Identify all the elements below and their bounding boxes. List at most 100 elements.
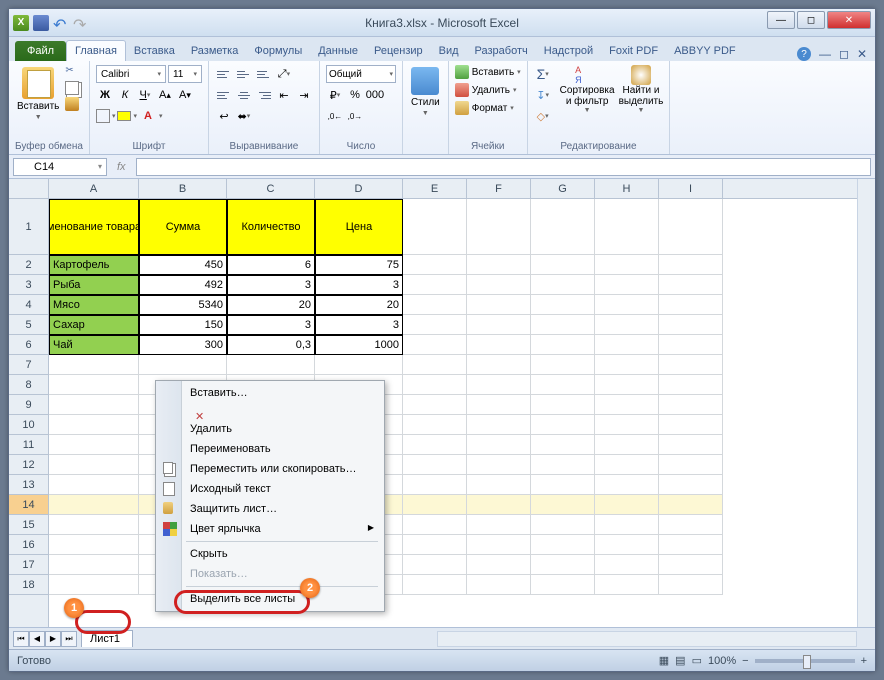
copy-icon[interactable] (65, 81, 79, 95)
delete-cells-button[interactable]: Удалить▾ (455, 83, 517, 97)
worksheet[interactable]: A B C D E F G H I 1 2 3 4 5 6 7 8 9 10 1… (9, 179, 875, 627)
clear-button[interactable]: ◇▾ (534, 107, 552, 125)
col-header[interactable]: E (403, 179, 467, 198)
insert-cells-button[interactable]: Вставить▾ (455, 65, 521, 79)
fill-color-button[interactable] (117, 111, 131, 121)
border-button[interactable] (96, 109, 110, 123)
save-icon[interactable] (33, 15, 49, 31)
underline-button[interactable]: Ч▾ (136, 86, 154, 104)
tab-nav-prev[interactable]: ◀ (29, 631, 45, 647)
row-header[interactable]: 18 (9, 575, 48, 595)
align-right-button[interactable] (255, 86, 273, 104)
col-header[interactable]: G (531, 179, 595, 198)
row-header[interactable]: 16 (9, 535, 48, 555)
cell[interactable]: менование товара (49, 199, 139, 255)
doc-restore-icon[interactable]: ◻ (839, 47, 849, 61)
ctx-move-copy[interactable]: Переместить или скопировать… (158, 459, 382, 479)
row-header[interactable]: 6 (9, 335, 48, 355)
ctx-tab-color[interactable]: Цвет ярлычка▶ (158, 519, 382, 539)
ctx-rename[interactable]: Переименовать (158, 439, 382, 459)
align-top-button[interactable] (215, 65, 233, 83)
row-header[interactable]: 2 (9, 255, 48, 275)
zoom-level[interactable]: 100% (708, 655, 736, 667)
row-header[interactable]: 5 (9, 315, 48, 335)
percent-button[interactable]: % (346, 86, 364, 104)
vertical-scrollbar[interactable] (857, 179, 875, 627)
ctx-view-code[interactable]: Исходный текст (158, 479, 382, 499)
format-painter-icon[interactable] (65, 97, 79, 111)
zoom-in-button[interactable]: + (861, 655, 867, 667)
zoom-out-button[interactable]: − (742, 655, 748, 667)
find-select-button[interactable]: Найти и выделить▼ (619, 65, 664, 114)
increase-decimal-button[interactable]: ,0← (326, 107, 344, 125)
cell[interactable]: Цена (315, 199, 403, 255)
decrease-decimal-button[interactable]: ,0→ (346, 107, 364, 125)
tab-abbyy[interactable]: ABBYY PDF (666, 41, 744, 61)
ctx-delete[interactable]: Удалить (158, 403, 382, 439)
tab-review[interactable]: Рецензир (366, 41, 431, 61)
tab-view[interactable]: Вид (431, 41, 467, 61)
format-cells-button[interactable]: Формат▾ (455, 101, 514, 115)
tab-layout[interactable]: Разметка (183, 41, 247, 61)
row-header[interactable]: 7 (9, 355, 48, 375)
maximize-button[interactable]: ◻ (797, 11, 825, 29)
row-header[interactable]: 3 (9, 275, 48, 295)
currency-button[interactable]: ₽▾ (326, 86, 344, 104)
increase-font-button[interactable]: A▴ (156, 86, 174, 104)
tab-foxit[interactable]: Foxit PDF (601, 41, 666, 61)
tab-insert[interactable]: Вставка (126, 41, 183, 61)
formula-input[interactable] (136, 158, 871, 176)
row-header[interactable]: 9 (9, 395, 48, 415)
row-header[interactable]: 11 (9, 435, 48, 455)
italic-button[interactable]: К (116, 86, 134, 104)
tab-data[interactable]: Данные (310, 41, 366, 61)
view-layout-icon[interactable]: ▤ (675, 654, 685, 667)
row-header[interactable]: 4 (9, 295, 48, 315)
font-color-button[interactable]: A (139, 107, 157, 125)
undo-icon[interactable]: ↶ (53, 15, 69, 31)
doc-minimize-icon[interactable]: — (819, 47, 831, 61)
close-button[interactable]: ✕ (827, 11, 871, 29)
cell[interactable]: Количество (227, 199, 315, 255)
tab-developer[interactable]: Разработч (467, 41, 536, 61)
ctx-insert[interactable]: Вставить… (158, 383, 382, 403)
tab-addins[interactable]: Надстрой (536, 41, 601, 61)
row-header[interactable]: 12 (9, 455, 48, 475)
decrease-indent-button[interactable]: ⇤ (275, 86, 293, 104)
merge-button[interactable]: ⬌▾ (235, 107, 253, 125)
row-header[interactable]: 1 (9, 199, 48, 255)
col-header[interactable]: H (595, 179, 659, 198)
col-header[interactable]: C (227, 179, 315, 198)
align-left-button[interactable] (215, 86, 233, 104)
cell[interactable]: Сумма (139, 199, 227, 255)
align-center-button[interactable] (235, 86, 253, 104)
col-header[interactable]: A (49, 179, 139, 198)
paste-button[interactable]: Вставить ▼ (15, 65, 61, 123)
row-header[interactable]: 10 (9, 415, 48, 435)
tab-nav-last[interactable]: ⏭ (61, 631, 77, 647)
doc-close-icon[interactable]: ✕ (857, 47, 867, 61)
autosum-button[interactable]: Σ▾ (534, 65, 552, 83)
sort-filter-button[interactable]: Сортировка и фильтр▼ (560, 65, 615, 114)
align-middle-button[interactable] (235, 65, 253, 83)
row-headers[interactable]: 1 2 3 4 5 6 7 8 9 10 11 12 13 14 15 16 1… (9, 199, 49, 627)
row-header[interactable]: 15 (9, 515, 48, 535)
decrease-font-button[interactable]: A▾ (176, 86, 194, 104)
font-name-combo[interactable]: Calibri▾ (96, 65, 166, 83)
row-header[interactable]: 17 (9, 555, 48, 575)
view-normal-icon[interactable]: ▦ (659, 654, 669, 667)
tab-nav-first[interactable]: ⏮ (13, 631, 29, 647)
name-box[interactable]: C14 (13, 158, 107, 176)
fx-icon[interactable]: fx (111, 161, 132, 173)
column-headers[interactable]: A B C D E F G H I (49, 179, 857, 199)
bold-button[interactable]: Ж (96, 86, 114, 104)
comma-button[interactable]: 000 (366, 86, 384, 104)
number-format-combo[interactable]: Общий▾ (326, 65, 396, 83)
select-all-corner[interactable] (9, 179, 49, 199)
col-header[interactable]: D (315, 179, 403, 198)
tab-file[interactable]: Файл (15, 41, 66, 61)
help-icon[interactable]: ? (797, 47, 811, 61)
fill-button[interactable]: ↧▾ (534, 86, 552, 104)
align-bottom-button[interactable] (255, 65, 273, 83)
cell[interactable]: Картофель (49, 255, 139, 275)
